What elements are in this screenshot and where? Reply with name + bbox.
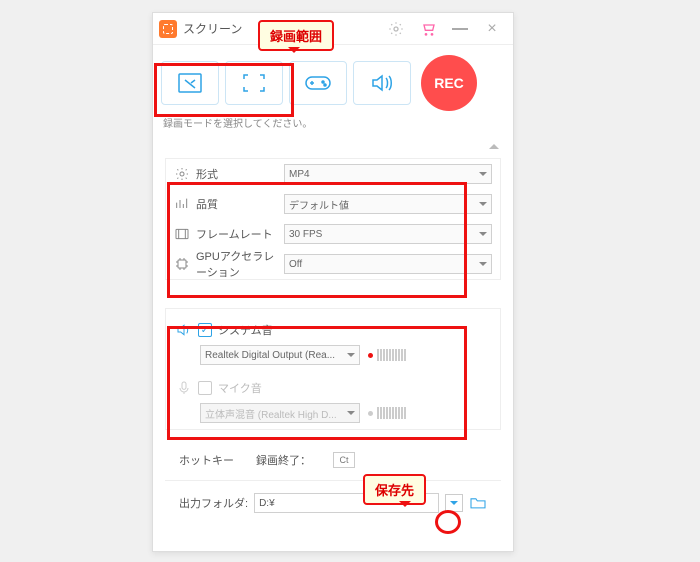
- mode-region-button[interactable]: [161, 61, 219, 105]
- quality-label: 品質: [196, 196, 218, 212]
- hotkey-label: ホットキー: [179, 452, 234, 468]
- gpu-select[interactable]: Off: [284, 254, 492, 274]
- collapse-icon[interactable]: [489, 139, 499, 149]
- mic-audio-checkbox[interactable]: [198, 381, 212, 395]
- quality-select[interactable]: デフォルト値: [284, 194, 492, 214]
- record-button[interactable]: REC: [421, 55, 477, 111]
- mic-audio-label: マイク音: [218, 380, 262, 396]
- bars-icon: [174, 196, 190, 212]
- film-icon: [174, 226, 190, 242]
- minimize-button[interactable]: [451, 20, 469, 38]
- mode-game-button[interactable]: [289, 61, 347, 105]
- system-audio-checkbox[interactable]: ✓: [198, 323, 212, 337]
- system-audio-meter: [368, 349, 406, 361]
- hotkey-stop-label: 録画終了：: [256, 452, 311, 468]
- close-button[interactable]: ×: [483, 20, 501, 38]
- format-select[interactable]: MP4: [284, 164, 492, 184]
- framerate-label: フレームレート: [196, 226, 273, 242]
- cart-icon[interactable]: [419, 20, 437, 38]
- gpu-label: GPUアクセラレーション: [196, 248, 284, 280]
- speaker-icon: [176, 322, 192, 338]
- app-icon: [159, 20, 177, 38]
- app-window: スクリーン × REC 録画モードを選択してください。 形式 MP4 品質 デフ…: [152, 12, 514, 552]
- app-title: スクリーン: [183, 20, 242, 37]
- gear-icon: [174, 166, 190, 182]
- format-label: 形式: [196, 166, 218, 182]
- mic-icon: [176, 380, 192, 396]
- chip-icon: [174, 256, 190, 272]
- folder-icon[interactable]: [469, 496, 487, 510]
- system-audio-device-select[interactable]: Realtek Digital Output (Rea...: [200, 345, 360, 365]
- divider: [165, 480, 501, 481]
- mode-hint: 録画モードを選択してください。: [153, 115, 513, 136]
- hotkey-key-field[interactable]: Ct: [333, 452, 355, 468]
- framerate-select[interactable]: 30 FPS: [284, 224, 492, 244]
- callout-record-area: 録画範囲: [258, 20, 334, 51]
- callout-save-location: 保存先: [363, 474, 426, 505]
- output-folder-label: 出力フォルダ:: [179, 495, 248, 511]
- mic-audio-meter: [368, 407, 406, 419]
- system-audio-label: システム音: [218, 322, 273, 338]
- mode-row: REC: [153, 45, 513, 115]
- mode-audio-button[interactable]: [353, 61, 411, 105]
- mic-audio-device-select[interactable]: 立体声混音 (Realtek High D...: [200, 403, 360, 423]
- audio-panel: ✓ システム音 Realtek Digital Output (Rea... マ…: [165, 308, 501, 430]
- settings-icon[interactable]: [387, 20, 405, 38]
- output-folder-dropdown[interactable]: [445, 494, 463, 512]
- video-settings-panel: 形式 MP4 品質 デフォルト値 フレームレート 30 FPS GPUアクセラレ…: [165, 158, 501, 280]
- mode-fullscreen-button[interactable]: [225, 61, 283, 105]
